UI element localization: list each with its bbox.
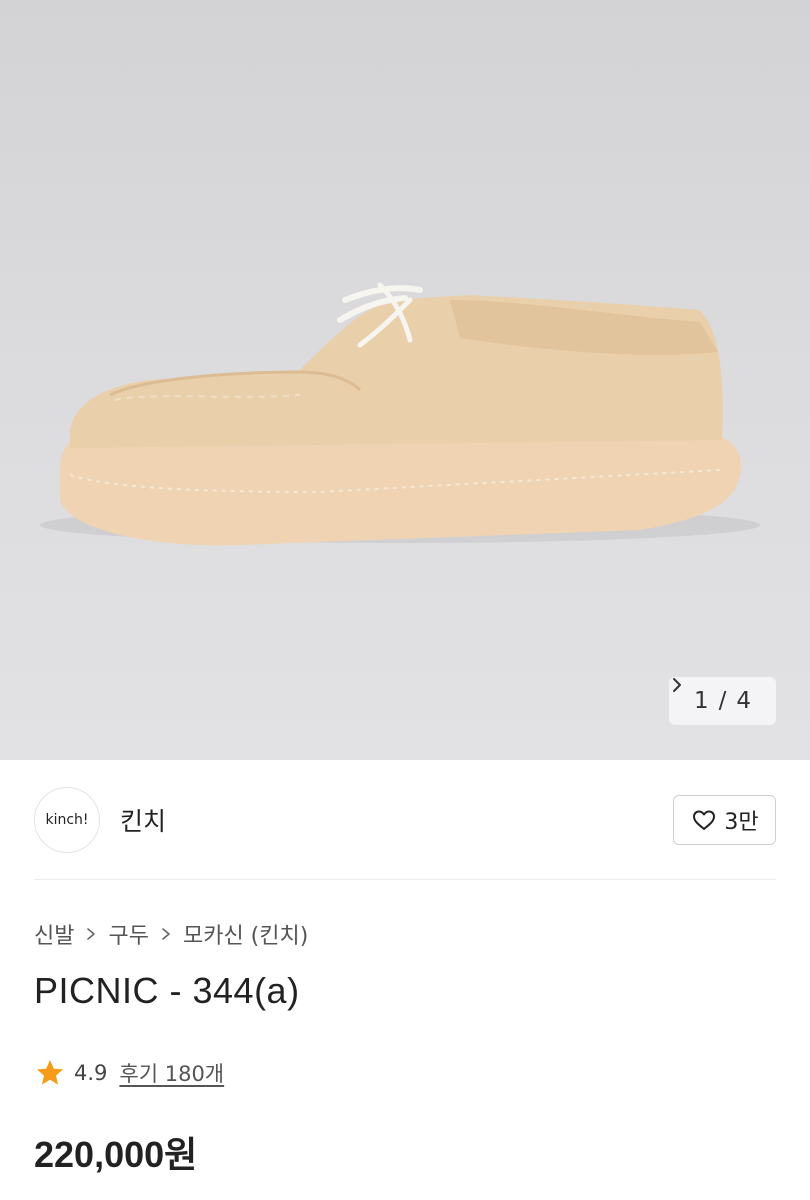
- pager-separator: /: [718, 688, 727, 714]
- like-button[interactable]: 3만: [673, 795, 776, 845]
- chevron-right-icon: [87, 928, 96, 940]
- pager-current: 1: [693, 688, 709, 714]
- breadcrumb-item-moccasin[interactable]: 모카신 (킨치): [183, 918, 308, 950]
- heart-outline-icon: [693, 810, 716, 830]
- like-count: 3만: [724, 810, 759, 835]
- product-image-gallery[interactable]: 1 / 4: [0, 0, 810, 760]
- brand-name[interactable]: 킨치: [120, 802, 166, 838]
- breadcrumb-item-dress-shoes[interactable]: 구두: [108, 918, 148, 950]
- brand-logo-text: kinch!: [45, 812, 89, 828]
- reviews-link[interactable]: 후기 180개: [119, 1058, 224, 1088]
- chevron-right-icon: [162, 928, 170, 940]
- product-title: PICNIC - 344(a): [34, 970, 300, 1011]
- product-price: 220,000원: [34, 1134, 198, 1175]
- product-image: [40, 282, 760, 546]
- image-pager[interactable]: 1 / 4: [669, 677, 776, 725]
- brand-row: kinch! 킨치 3만: [34, 786, 776, 854]
- breadcrumb: 신발 구두 모카신 (킨치): [34, 918, 308, 950]
- star-icon: [37, 1060, 63, 1085]
- brand-logo[interactable]: kinch!: [34, 787, 100, 853]
- breadcrumb-item-shoes[interactable]: 신발: [34, 918, 74, 950]
- divider: [34, 879, 776, 880]
- pager-total: 4: [736, 688, 752, 714]
- rating-score: 4.9: [74, 1061, 108, 1085]
- rating-row: 4.9 후기 180개: [34, 1056, 224, 1090]
- chevron-right-icon[interactable]: [669, 677, 685, 693]
